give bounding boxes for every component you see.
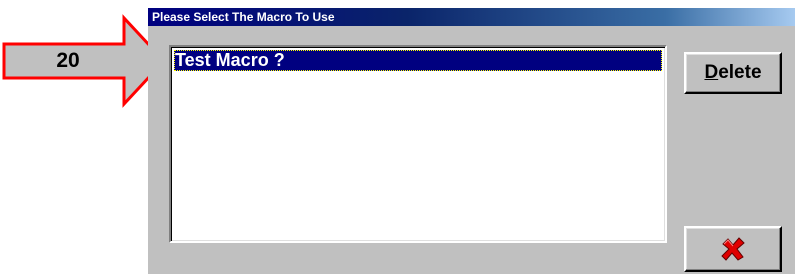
delete-mnemonic: D — [704, 62, 719, 83]
macro-listbox[interactable]: Test Macro ? — [169, 45, 667, 243]
callout-number: 20 — [56, 49, 80, 72]
delete-label: elete — [718, 62, 762, 83]
macro-select-dialog: Please Select The Macro To Use Test Macr… — [148, 8, 795, 274]
list-item[interactable]: Test Macro ? — [174, 50, 662, 71]
delete-button[interactable]: Delete — [684, 52, 782, 94]
dialog-title: Please Select The Macro To Use — [148, 8, 795, 26]
callout-arrow: 20 — [0, 14, 170, 108]
red-x-icon — [721, 237, 745, 261]
cancel-button[interactable] — [684, 226, 782, 272]
